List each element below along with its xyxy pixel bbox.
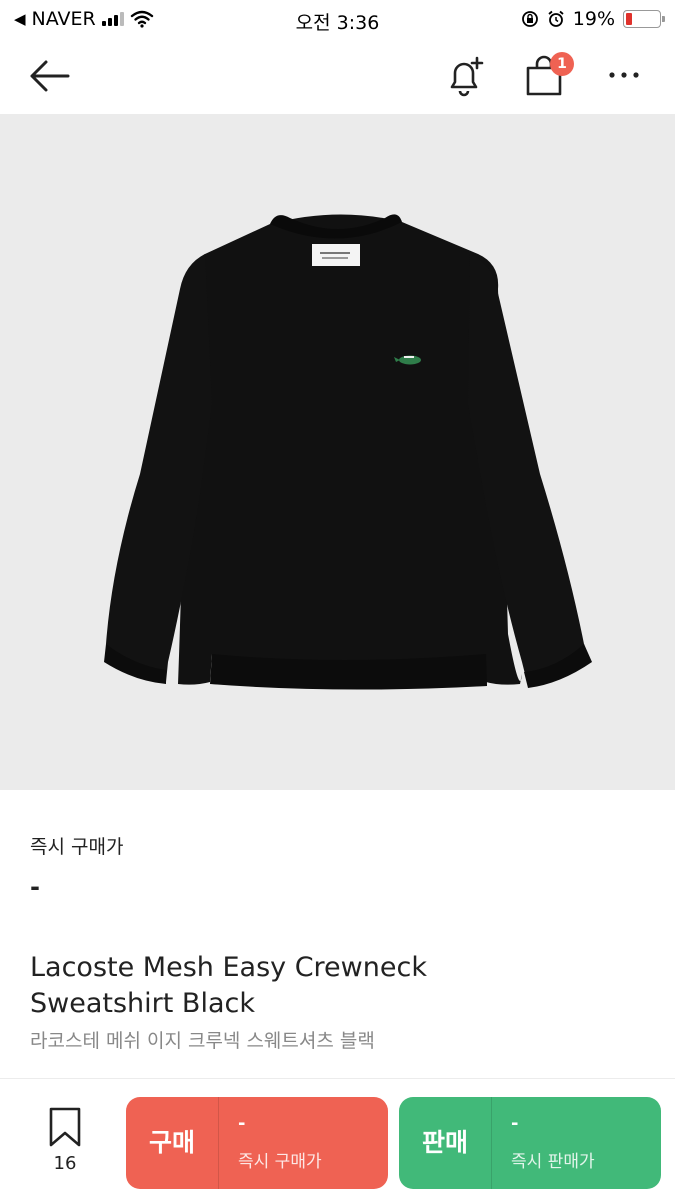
product-image[interactable]	[0, 114, 675, 790]
bookmark-icon	[49, 1107, 81, 1147]
instant-price-label: 즉시 구매가	[30, 836, 124, 858]
more-button[interactable]	[606, 60, 646, 90]
orientation-lock-icon	[521, 11, 538, 27]
bottom-action-bar: 16 구매 - 즉시 구매가 판매 - 즉시 판매가	[0, 1078, 675, 1201]
status-bar: ◀ NAVER 오전 3:36 19%	[0, 0, 675, 38]
buy-divider	[218, 1097, 219, 1189]
battery-icon	[623, 10, 665, 28]
status-right: 19%	[521, 8, 665, 30]
top-nav-bar: 1	[0, 38, 675, 114]
arrow-left-icon	[30, 60, 70, 92]
alarm-icon	[548, 10, 564, 27]
buy-label: 구매	[148, 1128, 195, 1157]
wishlist-count: 16	[53, 1153, 77, 1174]
cart-count-badge: 1	[550, 52, 574, 76]
alert-button[interactable]	[444, 54, 488, 98]
buy-price: -	[238, 1113, 246, 1134]
instant-price-value: -	[30, 873, 40, 901]
sell-button[interactable]: 판매 - 즉시 판매가	[399, 1097, 661, 1189]
cart-button[interactable]: 1	[522, 52, 574, 98]
instant-price-section: 즉시 구매가 -	[30, 832, 123, 901]
bell-plus-icon	[450, 56, 484, 97]
more-horizontal-icon	[609, 72, 639, 78]
sell-divider	[491, 1097, 492, 1189]
sweatshirt-image	[104, 214, 592, 690]
wishlist-button[interactable]: 16	[38, 1107, 92, 1174]
product-name-ko: 라코스테 메쉬 이지 크루넥 스웨트셔츠 블랙	[30, 1030, 375, 1052]
product-name-en: Lacoste Mesh Easy Crewneck Sweatshirt Bl…	[30, 950, 630, 1022]
battery-percentage: 19%	[572, 8, 615, 30]
sell-price: -	[511, 1113, 519, 1134]
buy-sub-label: 즉시 구매가	[238, 1152, 322, 1172]
back-button[interactable]	[28, 56, 72, 96]
product-name-en-line1: Lacoste Mesh Easy Crewneck	[30, 952, 427, 983]
sell-label: 판매	[421, 1128, 468, 1157]
sell-sub-label: 즉시 판매가	[511, 1152, 595, 1172]
product-name-en-line2: Sweatshirt Black	[30, 988, 255, 1019]
buy-button[interactable]: 구매 - 즉시 구매가	[126, 1097, 388, 1189]
